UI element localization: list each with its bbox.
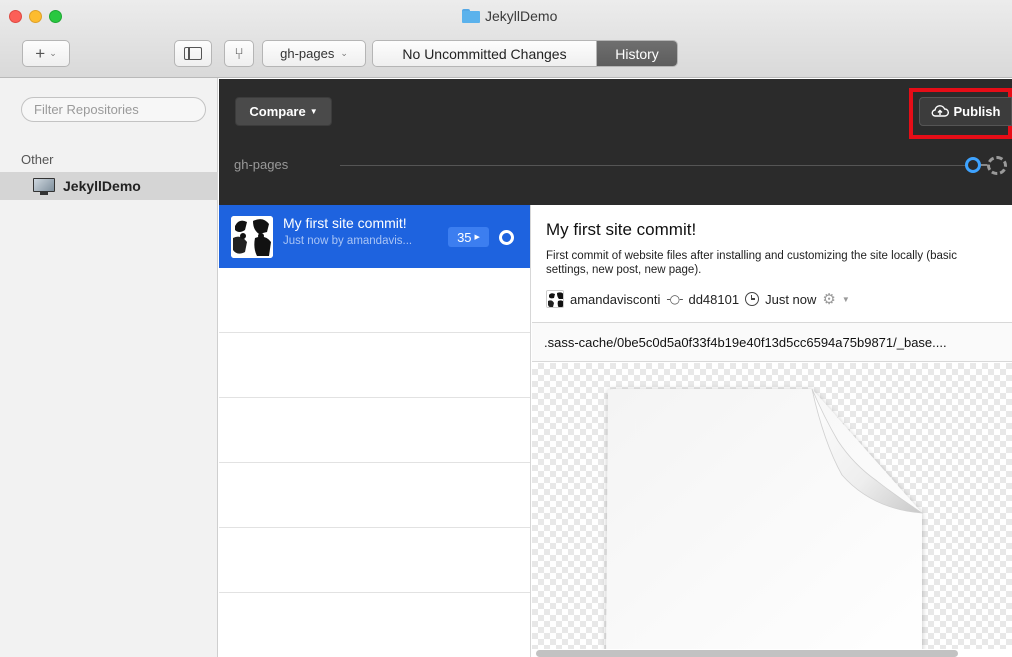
computer-icon: [33, 177, 55, 195]
timeline-commit-node[interactable]: [965, 157, 981, 173]
sync-spinner-icon: [987, 156, 1007, 175]
commit-title: My first site commit!: [283, 215, 407, 231]
timeline-branch-label: gh-pages: [234, 157, 289, 172]
publish-label: Publish: [953, 104, 1001, 119]
commit-detail-meta: amandavisconti -○- dd48101 Just now ⚙ ▼: [546, 289, 850, 309]
commit-detail: My first site commit! First commit of we…: [532, 205, 1012, 657]
tab-changes[interactable]: No Uncommitted Changes: [373, 41, 597, 66]
horizontal-scrollbar[interactable]: [536, 650, 958, 657]
commit-author: amandavisconti: [570, 291, 661, 307]
commit-detail-title: My first site commit!: [546, 220, 697, 239]
filter-repositories-input[interactable]: [21, 97, 206, 122]
document-icon: [606, 388, 924, 649]
avatar: [231, 216, 273, 258]
zoom-window-button[interactable]: [49, 10, 62, 23]
compare-button[interactable]: Compare ▼: [235, 97, 332, 126]
commit-dot-icon: [499, 230, 514, 245]
gear-icon[interactable]: ⚙: [822, 290, 835, 308]
window-title: JekyllDemo: [462, 6, 557, 26]
cloud-upload-icon: [931, 105, 949, 117]
row-divider: [219, 397, 530, 398]
add-repository-button[interactable]: + ⌄: [22, 40, 70, 67]
sidebar-item-label: JekyllDemo: [63, 178, 141, 194]
row-divider: [219, 462, 530, 463]
plus-icon: +: [35, 43, 46, 63]
author-avatar: [546, 290, 564, 308]
title-bar: JekyllDemo + ⌄ ⑂ gh-pages ⌄ No Uncommitt…: [0, 0, 1012, 78]
view-switcher: No Uncommitted Changes History: [372, 40, 678, 67]
branch-selector-label: gh-pages: [280, 46, 335, 61]
sidebar-item-jekylldemo[interactable]: JekyllDemo: [0, 172, 218, 200]
commit-list: My first site commit! Just now by amanda…: [219, 205, 531, 657]
commit-meta: Just now by amandavis...: [283, 235, 413, 247]
commit-list-item[interactable]: My first site commit! Just now by amanda…: [219, 205, 530, 268]
timeline-line: [340, 165, 970, 166]
row-divider: [219, 332, 530, 333]
row-divider: [219, 527, 530, 528]
caret-down-icon: ▼: [841, 294, 850, 304]
tab-history[interactable]: History: [597, 41, 677, 66]
toggle-sidebar-button[interactable]: [174, 40, 212, 67]
file-path-header[interactable]: .sass-cache/0be5c0d5a0f33f4b19e40f13d5cc…: [532, 322, 1012, 362]
sidebar-icon: [184, 47, 202, 60]
commit-time: Just now: [765, 291, 817, 307]
create-branch-button[interactable]: ⑂: [224, 40, 254, 67]
changed-files-count: 35: [457, 229, 472, 245]
sidebar-section-label: Other: [21, 152, 54, 167]
caret-right-icon: ▶: [474, 234, 480, 241]
caret-down-icon: ▼: [309, 107, 318, 116]
compare-label: Compare: [249, 104, 306, 119]
publish-button[interactable]: Publish: [919, 97, 1012, 126]
repository-sidebar: Other JekyllDemo: [0, 78, 218, 657]
folder-icon: [462, 9, 480, 23]
branch-selector[interactable]: gh-pages ⌄: [262, 40, 366, 67]
file-preview: [532, 363, 1012, 649]
clock-icon: [745, 292, 760, 306]
commit-sha-icon: -○-: [666, 292, 683, 306]
close-window-button[interactable]: [9, 10, 22, 23]
minimize-window-button[interactable]: [29, 10, 42, 23]
chevron-down-icon: ⌄: [340, 48, 348, 58]
chevron-down-icon: ⌄: [49, 48, 57, 58]
history-header: Compare ▼ Publish gh-pages: [219, 79, 1012, 205]
branch-icon: ⑂: [234, 44, 244, 63]
changed-files-count-badge[interactable]: 35 ▶: [448, 227, 489, 247]
commit-description: First commit of website files after inst…: [546, 250, 957, 276]
commit-sha: dd48101: [688, 291, 740, 307]
window-title-text: JekyllDemo: [485, 8, 558, 24]
row-divider: [219, 592, 530, 593]
